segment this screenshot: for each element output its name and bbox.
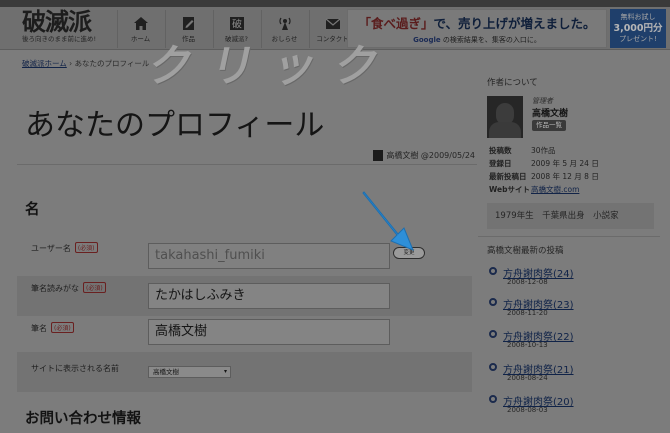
- info-latest: 最新投稿日 2008 年 12 月 8 日: [489, 171, 599, 182]
- section-heading-contact: お問い合わせ情報: [25, 411, 141, 427]
- info-registered: 登録日 2009 年 5 月 24 日: [489, 158, 599, 169]
- post-date: 2008-11-20: [507, 309, 548, 317]
- post-date: 2008-10-13: [507, 341, 548, 349]
- bullet-circle-icon: [489, 330, 497, 338]
- info-posts: 投稿数 30作品: [489, 145, 556, 156]
- post-date: @2009/05/24: [420, 151, 475, 160]
- kana-label-text: 筆名読みがな: [31, 284, 79, 293]
- breadcrumb-home-link[interactable]: 破滅派ホーム: [22, 59, 67, 68]
- author-line: 高橋文樹 @2009/05/24: [373, 150, 475, 161]
- author-role: 管理者: [532, 97, 553, 105]
- post-date: 2008-08-03: [507, 406, 548, 414]
- display-name-label: サイトに表示される名前: [31, 364, 119, 373]
- bullet-circle-icon: [489, 267, 497, 275]
- title-divider: [17, 164, 477, 165]
- penname-field[interactable]: 高橋文樹: [148, 319, 390, 345]
- post-date: 2008-08-24: [507, 374, 548, 382]
- pointer-arrow-icon: [362, 191, 414, 251]
- author-name[interactable]: 高橋文樹: [386, 150, 418, 161]
- bullet-circle-icon: [489, 363, 497, 371]
- ad-headline: 「食べ過ぎ」で、売り上げが増えました。: [358, 13, 595, 32]
- ad-headline-rest: で、売り上げが増えました。: [433, 15, 596, 31]
- kana-field[interactable]: たかはしふみき: [148, 283, 390, 309]
- logo-text: 破滅派: [22, 7, 92, 36]
- page-title: あなたのプロフィール: [25, 108, 325, 143]
- required-badge: (必須): [51, 322, 74, 333]
- top-strip: [0, 0, 670, 7]
- section-heading-name: 名: [25, 202, 40, 218]
- penname-label: 筆名 (必須): [31, 322, 74, 334]
- info-posts-key: 投稿数: [489, 146, 512, 155]
- pencil-icon: [182, 16, 194, 30]
- sidebar: 作者について 管理者 高橋文樹 作品一覧 投稿数 30作品 登録日 2009 年 5…: [478, 72, 660, 433]
- required-badge: (必須): [74, 242, 98, 253]
- bullet-circle-icon: [489, 298, 497, 306]
- breadcrumb-sep: ›: [66, 59, 75, 68]
- sidebar-divider: [478, 236, 660, 237]
- promo-line-3: プレゼント!: [619, 35, 657, 43]
- site-logo[interactable]: 破滅派 後ろ向きのまま前に進め!: [22, 9, 106, 47]
- author-avatar-small: [373, 150, 384, 161]
- info-website: Webサイト高橋文樹.com: [489, 184, 579, 195]
- ad-subline: Google の検索結果を、集客の入口に。: [413, 35, 541, 45]
- promo-line-1: 無料お試し: [620, 13, 656, 21]
- logo-tagline: 後ろ向きのまま前に進め!: [22, 35, 97, 43]
- breadcrumb: 破滅派ホーム › あなたのプロフィール: [22, 58, 149, 69]
- info-posts-value: 30作品: [531, 146, 556, 155]
- penname-label-text: 筆名: [31, 324, 47, 333]
- display-name-select[interactable]: 高橋文樹 ▾: [148, 366, 231, 378]
- click-annotation: クリック: [143, 41, 403, 92]
- breadcrumb-current: あなたのプロフィール: [74, 59, 150, 68]
- username-label-text: ユーザー名: [31, 244, 71, 253]
- ad-headline-highlight: 「食べ過ぎ」: [358, 15, 434, 31]
- home-icon: [133, 16, 148, 30]
- works-list-button[interactable]: 作品一覧: [532, 120, 566, 131]
- ad-subline-rest: の検索結果を、集客の入口に。: [440, 35, 541, 44]
- info-registered-key: 登録日: [489, 159, 512, 168]
- recent-posts-heading: 高橋文樹最新の投稿: [487, 246, 564, 256]
- kana-row: 筆名読みがな (必須) たかはしふみき: [17, 276, 472, 316]
- sidebar-author-name: 高橋文樹: [532, 109, 569, 119]
- brand-icon: 破: [229, 16, 244, 30]
- display-name-row: サイトに表示される名前 高橋文樹 ▾: [17, 352, 472, 392]
- info-latest-key: 最新投稿日: [489, 172, 527, 181]
- bullet-circle-icon: [489, 395, 497, 403]
- svg-text:破: 破: [232, 17, 242, 30]
- author-avatar: [487, 96, 523, 138]
- author-bio: 1979年生 千葉県出身 小説家: [487, 203, 654, 229]
- promo-line-2: 3,000円分: [613, 23, 663, 34]
- penname-row: 筆名 (必須) 高橋文樹: [17, 316, 472, 356]
- broadcast-icon: [278, 17, 291, 30]
- display-name-value: 高橋文樹: [153, 368, 179, 376]
- nav-home-label: ホーム: [130, 34, 151, 43]
- promo-box[interactable]: 無料お試し 3,000円分 プレゼント!: [610, 9, 666, 48]
- username-label: ユーザー名 (必須): [31, 242, 98, 254]
- info-latest-value: 2008 年 12 月 8 日: [531, 172, 599, 181]
- kana-label: 筆名読みがな (必須): [31, 282, 106, 294]
- post-date: 2008-12-08: [507, 278, 548, 286]
- ad-google: Google: [413, 35, 441, 44]
- about-author-heading: 作者について: [487, 78, 538, 88]
- website-link[interactable]: 高橋文樹.com: [531, 185, 579, 194]
- chevron-down-icon: ▾: [223, 368, 227, 375]
- required-badge: (必須): [83, 282, 106, 293]
- info-website-key: Webサイト: [489, 185, 530, 194]
- info-registered-value: 2009 年 5 月 24 日: [531, 159, 599, 168]
- username-field[interactable]: takahashi_fumiki: [148, 243, 390, 269]
- mail-icon: [325, 18, 340, 29]
